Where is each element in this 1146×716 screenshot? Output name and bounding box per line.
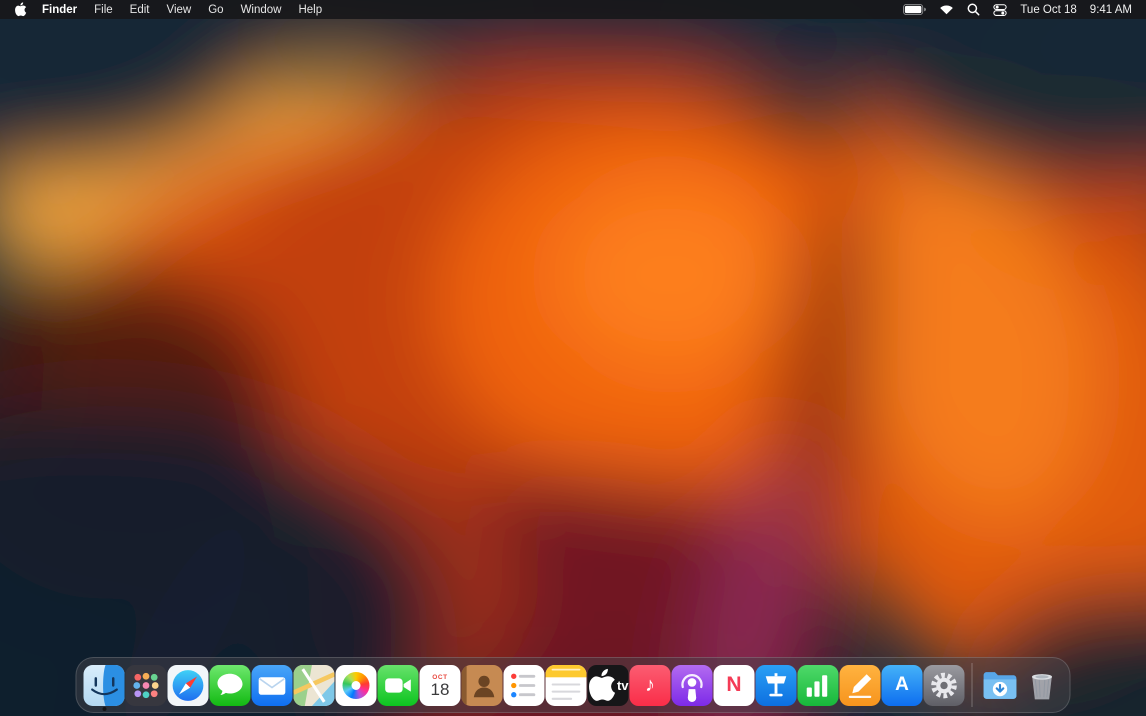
menu-view[interactable]: View (167, 4, 192, 16)
dock-item-messages[interactable] (209, 664, 251, 706)
dock-item-notes[interactable] (545, 664, 587, 706)
music-note-icon: ♪ (645, 674, 655, 696)
messages-icon (209, 664, 251, 706)
spotlight-icon[interactable] (967, 3, 980, 16)
menu-edit[interactable]: Edit (130, 4, 150, 16)
podcasts-icon (671, 664, 713, 706)
dock-item-photos[interactable] (335, 664, 377, 706)
control-center-icon[interactable] (993, 3, 1007, 17)
apple-icon (15, 2, 27, 17)
macos-desktop: { "menu_bar": { "app_name": "Finder", "m… (0, 0, 1146, 716)
calendar-day-label: 18 (430, 680, 450, 700)
dock-item-podcasts[interactable] (671, 664, 713, 706)
dock-item-downloads[interactable] (980, 665, 1021, 706)
running-indicator (102, 706, 106, 711)
dock-item-keynote[interactable] (755, 664, 797, 706)
dock-item-facetime[interactable] (377, 664, 419, 706)
facetime-icon (377, 664, 419, 706)
numbers-icon (797, 664, 839, 706)
menu-go[interactable]: Go (208, 4, 223, 16)
dock-item-safari[interactable] (167, 664, 209, 706)
desktop-wallpaper (0, 0, 1146, 716)
app-store-logo-icon: A (895, 674, 909, 695)
pages-icon (839, 664, 881, 706)
battery-icon[interactable] (903, 4, 927, 15)
menu-window[interactable]: Window (241, 4, 282, 16)
active-app-menu[interactable]: Finder (42, 4, 77, 16)
dock-item-pages[interactable] (839, 664, 881, 706)
dock: OCT 18 tv ♪ N A (75, 657, 1071, 713)
apple-menu[interactable] (14, 2, 27, 17)
dock-separator (971, 663, 973, 707)
dock-item-numbers[interactable] (797, 664, 839, 706)
downloads-folder-icon (983, 671, 1017, 699)
dock-item-music[interactable]: ♪ (629, 664, 671, 706)
dock-item-finder[interactable] (83, 664, 125, 711)
trash-basket-icon (1031, 673, 1053, 699)
dock-item-calendar[interactable]: OCT 18 (419, 664, 461, 706)
launchpad-icon (125, 664, 167, 706)
tv-label: tv (616, 677, 629, 693)
apple-tv-logo-icon (589, 668, 616, 701)
dock-item-app-store[interactable]: A (881, 664, 923, 706)
dock-item-reminders[interactable] (503, 664, 545, 706)
safari-icon (167, 664, 209, 706)
dock-item-tv[interactable]: tv (587, 664, 629, 706)
dock-item-contacts[interactable] (461, 664, 503, 706)
mail-icon (251, 664, 293, 706)
finder-icon (83, 664, 125, 706)
dock-item-mail[interactable] (251, 664, 293, 706)
reminders-icon (503, 664, 545, 706)
dock-item-system-settings[interactable] (923, 664, 965, 706)
menu-bar-status: Tue Oct 18 9:41 AM (903, 3, 1132, 17)
keynote-icon (755, 664, 797, 706)
dock-item-maps[interactable] (293, 664, 335, 706)
wifi-icon[interactable] (939, 4, 954, 15)
menu-bar: Finder File Edit View Go Window Help Tue… (0, 0, 1146, 19)
photos-pinwheel-icon (342, 671, 370, 699)
contacts-icon (461, 664, 503, 706)
system-settings-gear-icon (923, 664, 965, 706)
dock-item-trash[interactable] (1022, 665, 1063, 706)
menu-bar-date[interactable]: Tue Oct 18 (1020, 4, 1076, 16)
news-logo-icon: N (726, 673, 742, 696)
maps-icon (293, 664, 335, 706)
dock-item-news[interactable]: N (713, 664, 755, 706)
dock-item-launchpad[interactable] (125, 664, 167, 706)
menu-file[interactable]: File (94, 4, 113, 16)
menu-bar-left: Finder File Edit View Go Window Help (14, 2, 322, 17)
notes-icon (545, 664, 587, 706)
menu-help[interactable]: Help (298, 4, 322, 16)
menu-bar-clock[interactable]: 9:41 AM (1090, 4, 1132, 16)
